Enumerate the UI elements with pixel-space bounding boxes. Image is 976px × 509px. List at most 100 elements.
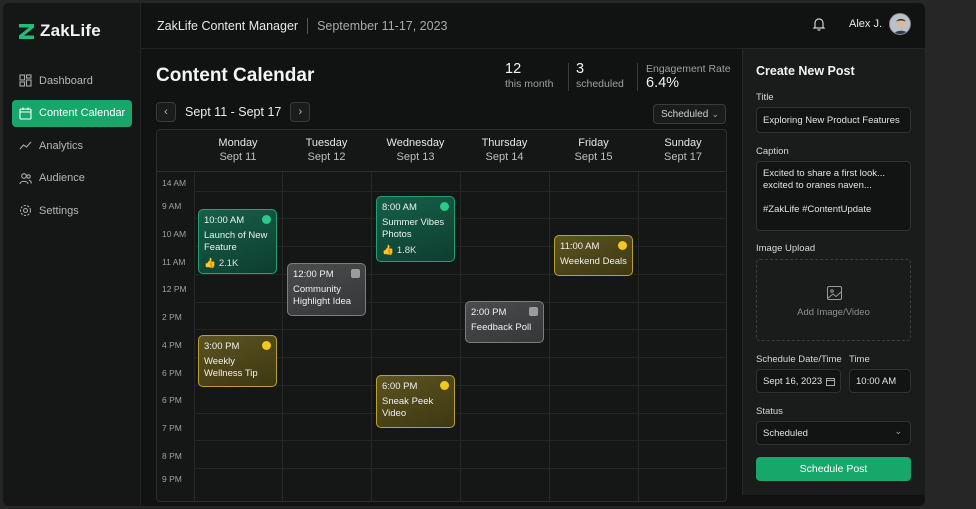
day-date: Sept 11 bbox=[219, 151, 257, 163]
sidebar-item-settings[interactable]: Settings bbox=[12, 197, 132, 224]
chevron-left-icon: ‹ bbox=[164, 106, 168, 118]
event-card[interactable]: 6:00 PM Sneak Peek Video bbox=[376, 375, 455, 428]
sidebar: ZakLife Dashboard Content Calendar Analy… bbox=[3, 3, 141, 506]
week-label: Sept 11 - Sept 17 bbox=[185, 105, 282, 119]
sidebar-item-dashboard[interactable]: Dashboard bbox=[12, 67, 132, 94]
time-label: 8 PM bbox=[162, 451, 182, 461]
status-value: Scheduled bbox=[763, 428, 808, 439]
event-card[interactable]: 2:00 PM Feedback Poll bbox=[465, 301, 544, 343]
time-label: Time bbox=[849, 354, 870, 365]
status-filter-dropdown[interactable]: Scheduled ⌄ bbox=[653, 104, 726, 124]
event-card[interactable]: 3:00 PM Weekly Wellness Tip bbox=[198, 335, 277, 387]
event-card[interactable]: 12:00 PM Community Highlight Idea bbox=[287, 263, 366, 316]
schedule-date-input[interactable]: Sept 16, 2023 bbox=[756, 369, 841, 393]
time-value: 10:00 AM bbox=[856, 376, 897, 387]
sidebar-item-content-calendar[interactable]: Content Calendar bbox=[12, 99, 132, 127]
hour-line bbox=[194, 274, 726, 275]
image-upload-dropzone[interactable]: Add Image/Video bbox=[756, 259, 911, 341]
avatar[interactable] bbox=[889, 13, 911, 35]
day-header-wednesday[interactable]: Wednesday Sept 13 bbox=[371, 137, 460, 163]
caption-textarea[interactable]: Excited to share a first look... excited… bbox=[756, 161, 911, 231]
event-card[interactable]: 11:00 AM Weekend Deals bbox=[554, 235, 633, 276]
event-title: Weekly Wellness Tip bbox=[204, 356, 258, 379]
hour-line bbox=[194, 191, 726, 192]
audience-icon bbox=[19, 172, 32, 184]
analytics-icon bbox=[19, 141, 32, 150]
event-time: 3:00 PM bbox=[204, 341, 240, 352]
hour-line bbox=[194, 468, 726, 469]
time-label: 6 PM bbox=[162, 368, 182, 378]
event-engagement: 👍 2.1K bbox=[204, 258, 271, 270]
stat-this-month: 12 this month bbox=[505, 61, 553, 90]
date-value: Sept 16, 2023 bbox=[763, 376, 823, 387]
column-divider bbox=[282, 172, 283, 501]
sidebar-item-analytics[interactable]: Analytics bbox=[12, 132, 132, 159]
upload-label: Image Upload bbox=[756, 243, 816, 254]
event-card[interactable]: 10:00 AM Launch of New Feature 👍 2.1K bbox=[198, 209, 277, 274]
day-header-sunday[interactable]: Sunday Sept 17 bbox=[638, 137, 726, 163]
time-label: 10 AM bbox=[162, 229, 187, 239]
hour-line bbox=[194, 329, 726, 330]
event-engagement: 👍 1.8K bbox=[382, 245, 449, 257]
calendar-icon bbox=[19, 107, 32, 120]
event-time: 6:00 PM bbox=[382, 381, 418, 392]
schedule-post-button[interactable]: Schedule Post bbox=[756, 457, 911, 481]
time-label: 6 PM bbox=[162, 395, 182, 405]
brand-logo[interactable]: ZakLife bbox=[18, 21, 101, 41]
schedule-time-input[interactable]: 10:00 AM bbox=[849, 369, 911, 393]
event-time: 10:00 AM bbox=[204, 215, 245, 226]
bell-icon[interactable] bbox=[811, 16, 827, 32]
stat-label: scheduled bbox=[576, 78, 624, 90]
status-label: Status bbox=[756, 406, 783, 417]
header-user-area: Alex J. bbox=[811, 13, 911, 35]
zaklife-logo-icon bbox=[19, 23, 34, 39]
next-week-button[interactable]: › bbox=[290, 102, 311, 122]
time-label: 9 AM bbox=[162, 201, 182, 211]
schedule-label: Schedule Date/Time bbox=[756, 354, 842, 365]
event-title: Sneak Peek Video bbox=[382, 396, 434, 419]
sidebar-item-label: Analytics bbox=[39, 139, 84, 152]
time-label: 4 PM bbox=[162, 340, 182, 350]
sidebar-item-label: Dashboard bbox=[39, 74, 93, 87]
day-date: Sept 13 bbox=[396, 151, 435, 163]
time-label: 14 AM bbox=[162, 178, 187, 188]
hour-line bbox=[194, 302, 726, 303]
scheduled-clock-icon bbox=[440, 381, 449, 390]
sidebar-item-label: Content Calendar bbox=[39, 107, 126, 119]
chevron-right-icon: › bbox=[298, 106, 303, 118]
day-name: Thursday bbox=[481, 137, 528, 149]
day-header-thursday[interactable]: Thursday Sept 14 bbox=[460, 137, 549, 163]
user-name[interactable]: Alex J. bbox=[849, 18, 882, 30]
day-name: Monday bbox=[218, 137, 258, 149]
day-header-friday[interactable]: Friday Sept 15 bbox=[549, 137, 638, 163]
column-divider bbox=[460, 172, 461, 501]
prev-week-button[interactable]: ‹ bbox=[156, 102, 176, 122]
calendar-grid: Monday Sept 11 Tuesday Sept 12 Wednesday… bbox=[156, 129, 727, 502]
day-header-monday[interactable]: Monday Sept 11 bbox=[194, 137, 282, 163]
event-title: Feedback Poll bbox=[471, 322, 532, 333]
status-select[interactable]: Scheduled ⌄ bbox=[756, 421, 911, 445]
stat-value: 12 bbox=[505, 61, 522, 77]
event-card[interactable]: 8:00 AM Summer Vibes Photos 👍 1.8K bbox=[376, 196, 455, 262]
caption-label: Caption bbox=[756, 146, 789, 157]
title-input[interactable]: Exploring New Product Features bbox=[756, 107, 911, 133]
event-likes: 1.8K bbox=[396, 245, 417, 256]
day-date: Sept 15 bbox=[574, 151, 613, 163]
time-label: 9 PM bbox=[162, 474, 182, 484]
event-time: 2:00 PM bbox=[471, 307, 507, 318]
top-header: ZakLife Content Manager September 11-17,… bbox=[141, 3, 925, 49]
time-label: 12 PM bbox=[162, 284, 187, 294]
stat-value: 6.4% bbox=[646, 75, 680, 91]
sidebar-item-label: Audience bbox=[39, 172, 85, 184]
gear-icon bbox=[19, 204, 32, 217]
filter-value: Scheduled bbox=[661, 108, 709, 120]
sidebar-item-audience[interactable]: Audience bbox=[12, 165, 132, 192]
stat-label: this month bbox=[505, 78, 554, 90]
scheduled-clock-icon bbox=[618, 241, 627, 250]
day-header-tuesday[interactable]: Tuesday Sept 12 bbox=[282, 137, 371, 163]
day-name: Tuesday bbox=[305, 137, 348, 149]
time-label: 11 AM bbox=[162, 257, 186, 267]
sidebar-item-label: Settings bbox=[39, 204, 79, 217]
stat-value: 3 bbox=[576, 61, 585, 77]
app-title: ZakLife Content Manager bbox=[157, 18, 299, 33]
